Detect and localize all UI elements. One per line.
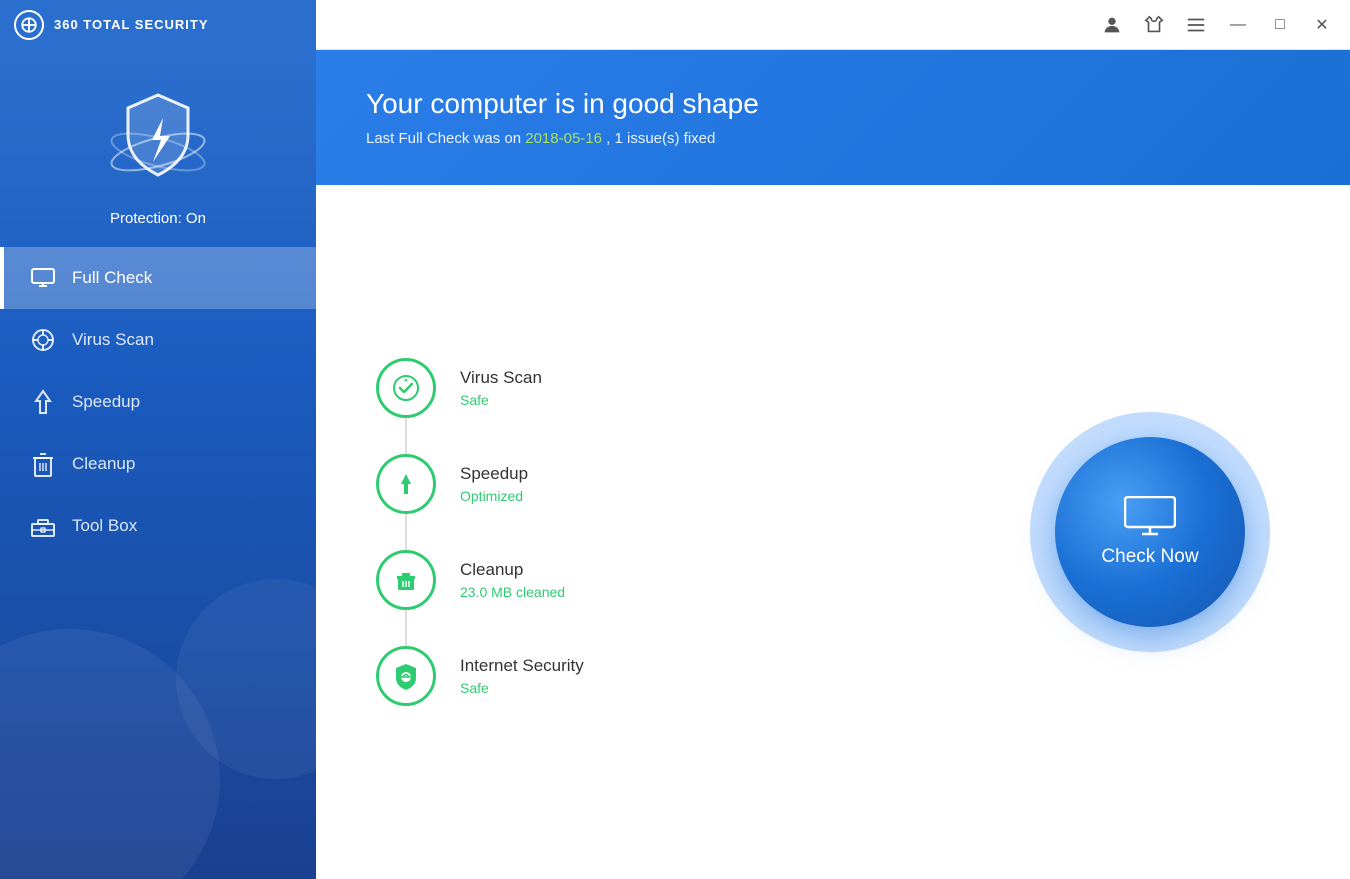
- cleanup-info: Cleanup 23.0 MB cleaned: [460, 560, 565, 600]
- check-now-area: Check Now: [1010, 412, 1290, 652]
- sidebar-item-label: Full Check: [72, 268, 152, 288]
- sidebar-item-label: Virus Scan: [72, 330, 154, 350]
- cleanup-title: Cleanup: [460, 560, 565, 580]
- full-check-icon: [30, 265, 56, 291]
- check-now-button[interactable]: Check Now: [1055, 437, 1245, 627]
- check-item-internet-security: Internet Security Safe: [376, 628, 950, 724]
- sidebar-item-full-check[interactable]: Full Check: [0, 247, 316, 309]
- sidebar-item-label: Cleanup: [72, 454, 135, 474]
- speedup-info: Speedup Optimized: [460, 464, 528, 504]
- last-check-date: 2018-05-16: [525, 130, 602, 147]
- monitor-icon: [1124, 496, 1176, 536]
- sidebar-item-speedup[interactable]: Speedup: [0, 371, 316, 433]
- sidebar-item-label: Speedup: [72, 392, 140, 412]
- content-header: Your computer is in good shape Last Full…: [316, 50, 1350, 185]
- sidebar-item-virus-scan[interactable]: Virus Scan: [0, 309, 316, 371]
- speedup-icon: [30, 389, 56, 415]
- content-area: Your computer is in good shape Last Full…: [316, 50, 1350, 879]
- close-button[interactable]: ✕: [1304, 7, 1340, 43]
- check-now-outer-ring: Check Now: [1030, 412, 1270, 652]
- main-layout: Protection: On Full Check: [0, 50, 1350, 879]
- check-now-label: Check Now: [1101, 546, 1198, 568]
- minimize-button[interactable]: —: [1220, 7, 1256, 43]
- speedup-title: Speedup: [460, 464, 528, 484]
- protection-status: Protection: On: [110, 210, 206, 227]
- sidebar-nav: Full Check Virus Scan: [0, 247, 316, 557]
- menu-icon[interactable]: [1178, 7, 1214, 43]
- subtitle-prefix: Last Full Check was on: [366, 130, 525, 147]
- app-branding: 360 TOTAL SECURITY: [0, 0, 316, 50]
- toolbox-icon: [30, 513, 56, 539]
- shirt-icon[interactable]: [1136, 7, 1172, 43]
- check-item-virus-scan: Virus Scan Safe: [376, 340, 950, 436]
- shield-icon: [98, 80, 218, 200]
- cleanup-icon: [30, 451, 56, 477]
- subtitle-suffix: , 1 issue(s) fixed: [602, 130, 715, 147]
- internet-security-info: Internet Security Safe: [460, 656, 584, 696]
- internet-security-status: Safe: [460, 680, 584, 696]
- cleanup-status: 23.0 MB cleaned: [460, 584, 565, 600]
- virus-scan-info: Virus Scan Safe: [460, 368, 542, 408]
- check-item-cleanup: Cleanup 23.0 MB cleaned: [376, 532, 950, 628]
- virus-scan-icon: [30, 327, 56, 353]
- internet-security-circle: [376, 646, 436, 706]
- main-title: Your computer is in good shape: [366, 88, 1300, 120]
- sidebar-item-cleanup[interactable]: Cleanup: [0, 433, 316, 495]
- cleanup-circle: [376, 550, 436, 610]
- sidebar-item-label: Tool Box: [72, 516, 137, 536]
- window-controls: — □ ✕: [316, 7, 1350, 43]
- maximize-button[interactable]: □: [1262, 7, 1298, 43]
- speedup-status: Optimized: [460, 488, 528, 504]
- sidebar-item-tool-box[interactable]: Tool Box: [0, 495, 316, 557]
- speedup-circle: [376, 454, 436, 514]
- app-logo-icon: [14, 10, 44, 40]
- check-item-speedup: Speedup Optimized: [376, 436, 950, 532]
- subtitle: Last Full Check was on 2018-05-16 , 1 is…: [366, 130, 1300, 147]
- internet-security-title: Internet Security: [460, 656, 584, 676]
- check-list: Virus Scan Safe Speedup Optimized: [376, 340, 950, 724]
- virus-scan-status: Safe: [460, 392, 542, 408]
- app-title: 360 TOTAL SECURITY: [54, 17, 209, 32]
- virus-scan-circle: [376, 358, 436, 418]
- user-icon[interactable]: [1094, 7, 1130, 43]
- content-body: Virus Scan Safe Speedup Optimized: [316, 185, 1350, 879]
- virus-scan-title: Virus Scan: [460, 368, 542, 388]
- shield-area: Protection: On: [0, 50, 316, 247]
- titlebar: 360 TOTAL SECURITY — □ ✕: [0, 0, 1350, 50]
- sidebar: Protection: On Full Check: [0, 50, 316, 879]
